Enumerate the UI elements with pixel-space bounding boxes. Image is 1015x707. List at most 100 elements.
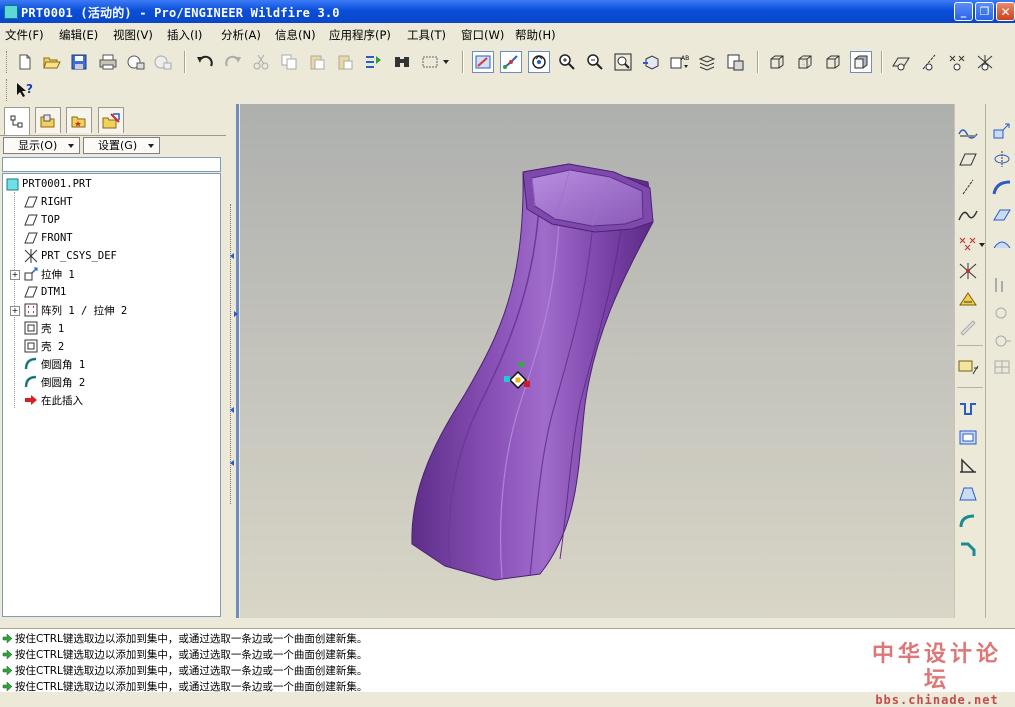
- expand-right-icon[interactable]: [232, 310, 240, 318]
- draft-tool-icon[interactable]: [957, 482, 979, 504]
- curve-tool-icon[interactable]: [957, 204, 979, 226]
- view-manager-icon[interactable]: [724, 51, 746, 73]
- show-dropdown[interactable]: 显示(O): [3, 137, 80, 154]
- collapse-left-icon[interactable]: [228, 459, 236, 467]
- menu-help[interactable]: 帮助(H): [515, 27, 556, 43]
- context-help-icon[interactable]: ?: [14, 79, 36, 101]
- paste-special-icon: [334, 51, 356, 73]
- window-title: PRT0001 (活动的) - Pro/ENGINEER Wildfire 3.…: [21, 6, 340, 20]
- datum-axis-tool-icon[interactable]: [957, 176, 979, 198]
- expand-toggle[interactable]: +: [10, 306, 20, 316]
- menu-tools[interactable]: 工具(T): [407, 27, 446, 43]
- save-icon[interactable]: [68, 51, 90, 73]
- repaint-icon[interactable]: [472, 51, 494, 73]
- tree-item-round-1[interactable]: 倒圆角 1: [24, 355, 85, 373]
- datum-plane-icon: [24, 195, 38, 209]
- model-tree: PRT0001.PRT RIGHT TOP FRONT PRT_CSYS_DEF…: [2, 173, 221, 617]
- maximize-button[interactable]: ❐: [975, 2, 994, 21]
- insert-datum-icon[interactable]: [957, 356, 979, 378]
- tree-item-label: 倒圆角 2: [41, 376, 86, 389]
- tree-item-shell-1[interactable]: 壳 1: [24, 319, 64, 337]
- spin-center-icon[interactable]: [500, 51, 522, 73]
- wireframe-icon[interactable]: [766, 51, 788, 73]
- refit-icon[interactable]: [612, 51, 634, 73]
- shading-icon[interactable]: [850, 51, 872, 73]
- expand-toggle[interactable]: +: [10, 270, 20, 280]
- tree-item-top[interactable]: TOP: [24, 211, 60, 229]
- revolve-tool-icon[interactable]: [991, 148, 1013, 170]
- csys-tool-icon[interactable]: [957, 260, 979, 282]
- datum-planes-display-icon[interactable]: [890, 51, 912, 73]
- tree-item-pattern-1[interactable]: 阵列 1 / 拉伸 2: [24, 301, 127, 319]
- sketch-tool-icon[interactable]: [957, 120, 979, 142]
- csys-icon: [24, 249, 38, 263]
- round-tool-icon[interactable]: [957, 510, 979, 532]
- panel-splitter[interactable]: [228, 104, 240, 618]
- watermark-title: 中华设计论坛: [871, 641, 1002, 693]
- hidden-line-icon[interactable]: [794, 51, 816, 73]
- email-icon[interactable]: [125, 51, 147, 73]
- tree-item-shell-2[interactable]: 壳 2: [24, 337, 64, 355]
- message-line: 按住CTRL键选取边以添加到集中，或通过选取一条边或一个曲面创建新集。: [2, 647, 367, 662]
- zoom-out-icon[interactable]: [584, 51, 606, 73]
- find-icon[interactable]: [391, 51, 413, 73]
- zoom-in-icon[interactable]: [556, 51, 578, 73]
- tab-connections[interactable]: [98, 107, 124, 133]
- new-file-icon[interactable]: [14, 51, 36, 73]
- hole-tool-icon[interactable]: [957, 398, 979, 420]
- minimize-button[interactable]: _: [954, 2, 973, 21]
- collapse-left-icon[interactable]: [228, 406, 236, 414]
- tree-item-round-2[interactable]: 倒圆角 2: [24, 373, 85, 391]
- layers-icon[interactable]: [696, 51, 718, 73]
- model-viewport[interactable]: [240, 104, 954, 618]
- reorient-icon[interactable]: [640, 51, 662, 73]
- extrude-tool-icon[interactable]: [991, 120, 1013, 142]
- tree-item-csys[interactable]: PRT_CSYS_DEF: [24, 247, 117, 265]
- tree-item-right[interactable]: RIGHT: [24, 193, 73, 211]
- datum-point-tool-icon[interactable]: [957, 232, 979, 254]
- datum-points-display-icon[interactable]: [946, 51, 968, 73]
- menu-window[interactable]: 窗口(W): [461, 27, 504, 43]
- selection-box-icon[interactable]: [419, 51, 441, 73]
- rib-tool-icon[interactable]: [957, 454, 979, 476]
- close-button[interactable]: ✕: [996, 2, 1015, 21]
- vase-model[interactable]: [411, 163, 654, 581]
- chevron-down-icon[interactable]: [441, 51, 451, 73]
- chevron-down-icon[interactable]: [979, 242, 985, 248]
- open-folder-icon[interactable]: [41, 51, 63, 73]
- sweep-tool-icon[interactable]: [991, 176, 1013, 198]
- csys-display-icon[interactable]: [974, 51, 996, 73]
- menu-insert[interactable]: 插入(I): [167, 27, 202, 43]
- settings-dropdown[interactable]: 设置(G): [83, 137, 160, 154]
- menu-analysis[interactable]: 分析(A): [221, 27, 261, 43]
- print-icon[interactable]: [97, 51, 119, 73]
- tree-item-extrude-1[interactable]: 拉伸 1: [24, 265, 75, 283]
- boundary-blend-icon[interactable]: [991, 232, 1013, 254]
- saved-views-icon[interactable]: AB: [668, 51, 690, 73]
- graphics-window[interactable]: [240, 104, 954, 618]
- shell-tool-icon[interactable]: [957, 426, 979, 448]
- blend-tool-icon[interactable]: [991, 204, 1013, 226]
- menu-view[interactable]: 视图(V): [113, 27, 153, 43]
- tree-item-dtm1[interactable]: DTM1: [24, 283, 66, 301]
- tab-favorites[interactable]: [66, 107, 92, 133]
- tree-item-insert-here[interactable]: 在此插入: [24, 391, 83, 409]
- menu-edit[interactable]: 编辑(E): [59, 27, 98, 43]
- menu-info[interactable]: 信息(N): [275, 27, 316, 43]
- menu-applications[interactable]: 应用程序(P): [329, 27, 391, 43]
- orient-mode-icon[interactable]: [528, 51, 550, 73]
- chamfer-tool-icon[interactable]: [957, 538, 979, 560]
- datum-axes-display-icon[interactable]: [918, 51, 940, 73]
- tree-item-part[interactable]: PRT0001.PRT: [5, 175, 92, 193]
- tree-item-front[interactable]: FRONT: [24, 229, 73, 247]
- tab-folder-browser[interactable]: [35, 107, 61, 133]
- datum-plane-tool-icon[interactable]: [957, 148, 979, 170]
- regenerate-icon[interactable]: [362, 51, 384, 73]
- undo-icon[interactable]: [194, 51, 216, 73]
- tree-item-label: PRT_CSYS_DEF: [41, 250, 117, 262]
- menu-file[interactable]: 文件(F): [5, 27, 44, 43]
- tab-model-tree[interactable]: [4, 107, 30, 136]
- analysis-feature-icon[interactable]: [957, 288, 979, 310]
- collapse-left-icon[interactable]: [228, 252, 236, 260]
- no-hidden-icon[interactable]: [822, 51, 844, 73]
